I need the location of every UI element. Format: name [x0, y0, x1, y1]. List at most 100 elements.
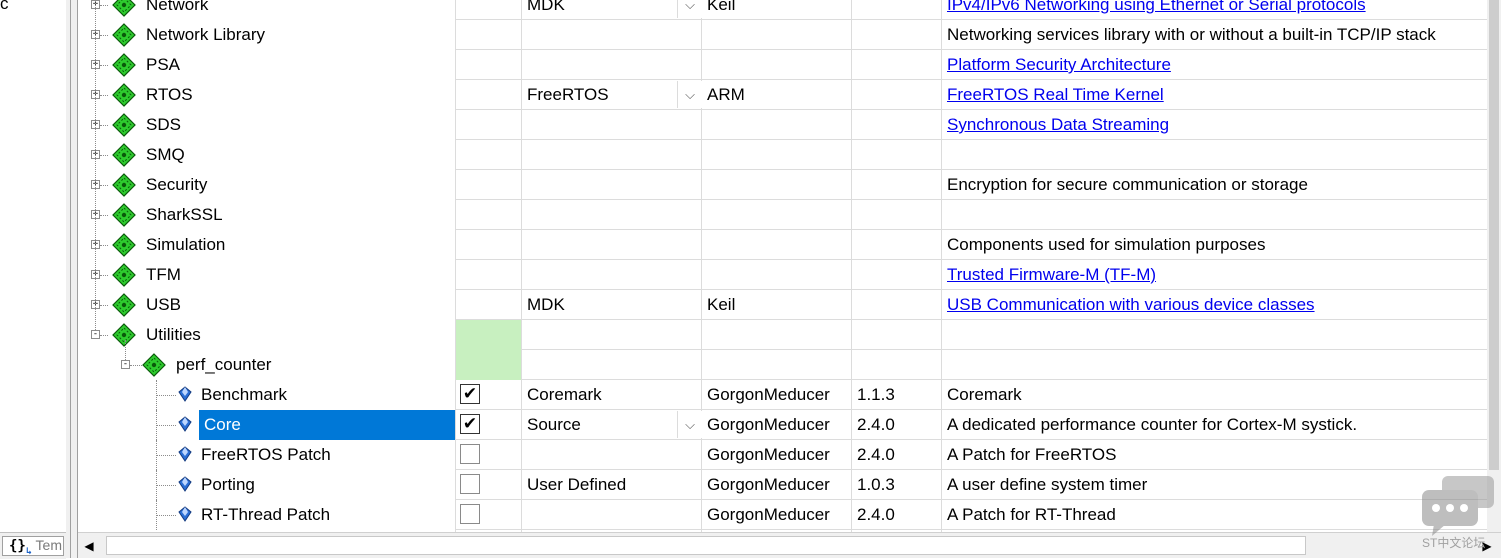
component-row[interactable]: + USB MDK Keil USB Communication with variou…	[78, 290, 1501, 320]
tree-connector	[100, 95, 108, 96]
component-row[interactable]: + SharkSSL	[78, 200, 1501, 230]
component-name[interactable]: Utilities	[145, 320, 201, 350]
component-icon	[178, 476, 192, 492]
select-cell[interactable]	[456, 440, 521, 470]
variant-cell	[527, 110, 700, 140]
component-row[interactable]: + Network MDK ⌵ Keil IPv4/IPv6 Networking usi…	[78, 0, 1501, 20]
select-cell	[456, 140, 521, 170]
component-name[interactable]: RT-Thread Patch	[200, 500, 330, 530]
component-row[interactable]: Core ✔ Source ⌵ GorgonMeducer 2.4.0 A dedicate…	[78, 410, 1501, 440]
select-cell[interactable]	[456, 470, 521, 500]
component-name[interactable]: Network	[145, 0, 208, 20]
tree-connector	[100, 155, 108, 156]
component-row[interactable]: Porting User Defined GorgonMeducer 1.0.3 A u…	[78, 470, 1501, 500]
component-name[interactable]: FreeRTOS Patch	[200, 440, 331, 470]
variant-cell: User Defined	[527, 470, 700, 500]
component-name[interactable]: PSA	[145, 50, 180, 80]
component-name[interactable]: Simulation	[145, 230, 225, 260]
component-name[interactable]: Network Library	[145, 20, 265, 50]
component-row[interactable]: + SDS Synchronous Data Streaming	[78, 110, 1501, 140]
component-name[interactable]: Security	[145, 170, 207, 200]
select-checkbox[interactable]	[460, 444, 480, 464]
component-row[interactable]: + Network Library Networking services libr…	[78, 20, 1501, 50]
component-row[interactable]: + SMQ	[78, 140, 1501, 170]
component-group-icon	[112, 173, 136, 197]
component-row[interactable]: - perf_counter	[78, 350, 1501, 380]
description-link[interactable]: Platform Security Architecture	[947, 50, 1171, 80]
description-link[interactable]: Trusted Firmware-M (TF-M)	[947, 260, 1156, 290]
variant-cell[interactable]: Source ⌵	[527, 410, 702, 440]
select-cell	[456, 230, 521, 260]
component-icon	[178, 416, 192, 432]
tree-connector	[100, 245, 108, 246]
component-name[interactable]: USB	[145, 290, 181, 320]
tree-connector	[100, 125, 108, 126]
component-name[interactable]: RTOS	[145, 80, 193, 110]
variant-cell[interactable]: FreeRTOS ⌵	[527, 80, 702, 110]
description-link[interactable]: Synchronous Data Streaming	[947, 110, 1169, 140]
component-row[interactable]: + Simulation Components used for simulatio…	[78, 230, 1501, 260]
select-cell	[456, 170, 521, 200]
collapse-icon[interactable]: -	[121, 360, 130, 369]
component-icon	[178, 446, 192, 462]
component-row[interactable]: FreeRTOS Patch GorgonMeducer 2.4.0 A Patch …	[78, 440, 1501, 470]
horizontal-scrollbar-thumb[interactable]	[106, 536, 1306, 555]
select-checkbox[interactable]: ✔	[460, 384, 480, 404]
component-name[interactable]: Core	[199, 410, 455, 440]
description-link[interactable]: IPv4/IPv6 Networking using Ethernet or S…	[947, 0, 1366, 20]
variant-cell	[527, 50, 700, 80]
tree-connector	[95, 0, 96, 330]
component-row[interactable]: Benchmark ✔ Coremark GorgonMeducer 1.1.3 Core…	[78, 380, 1501, 410]
description-cell: Coremark	[947, 385, 1022, 404]
select-cell[interactable]: ✔	[456, 380, 521, 410]
horizontal-scrollbar[interactable]: ◀ ▶	[78, 532, 1501, 558]
vendor-cell: Keil	[707, 0, 736, 14]
component-row[interactable]: + TFM Trusted Firmware-M (TF-M)	[78, 260, 1501, 290]
description-link[interactable]: USB Communication with various device cl…	[947, 290, 1315, 320]
description-link[interactable]: FreeRTOS Real Time Kernel	[947, 80, 1164, 110]
component-group-icon	[112, 233, 136, 257]
variant-value: MDK	[527, 0, 565, 14]
vertical-scrollbar-thumb[interactable]	[1489, 0, 1499, 470]
vendor-cell: ARM	[707, 85, 745, 104]
component-row[interactable]: + RTOS FreeRTOS ⌵ ARM FreeRTOS Real Time Kern…	[78, 80, 1501, 110]
component-row[interactable]: - Utilities	[78, 320, 1501, 350]
select-cell	[456, 20, 521, 50]
component-group-icon	[112, 53, 136, 77]
left-panel-clipped-text: c	[0, 0, 9, 13]
variant-cell[interactable]: MDK ⌵	[527, 0, 702, 20]
tree-connector	[156, 515, 176, 516]
component-name[interactable]: Benchmark	[200, 380, 287, 410]
templates-tab[interactable]: {}↳ Tem	[2, 536, 64, 557]
variant-cell	[527, 320, 700, 350]
vendor-cell: GorgonMeducer	[707, 475, 830, 494]
panel-splitter[interactable]	[70, 0, 78, 558]
chevron-down-icon[interactable]: ⌵	[677, 0, 702, 18]
component-group-icon	[142, 353, 166, 377]
collapse-icon[interactable]: -	[91, 330, 100, 339]
select-cell[interactable]	[456, 350, 521, 380]
component-name[interactable]: TFM	[145, 260, 181, 290]
select-checkbox[interactable]	[460, 504, 480, 524]
component-name[interactable]: SMQ	[145, 140, 185, 170]
select-checkbox[interactable]	[460, 474, 480, 494]
component-name[interactable]: perf_counter	[175, 350, 271, 380]
component-row[interactable]: RT-Thread Patch GorgonMeducer 2.4.0 A Patch…	[78, 500, 1501, 530]
variant-cell	[527, 230, 700, 260]
select-checkbox[interactable]: ✔	[460, 414, 480, 434]
variant-cell	[527, 440, 700, 470]
chevron-down-icon[interactable]: ⌵	[677, 411, 702, 438]
select-cell[interactable]	[456, 500, 521, 530]
component-name[interactable]: Porting	[200, 470, 255, 500]
component-name[interactable]: SDS	[145, 110, 181, 140]
select-cell[interactable]	[456, 320, 521, 350]
scroll-left-arrow-icon[interactable]: ◀	[80, 537, 98, 555]
select-cell[interactable]: ✔	[456, 410, 521, 440]
chevron-down-icon[interactable]: ⌵	[677, 81, 702, 108]
component-row[interactable]: + Security Encryption for secure communica…	[78, 170, 1501, 200]
version-cell: 2.4.0	[857, 415, 895, 434]
component-name[interactable]: SharkSSL	[145, 200, 223, 230]
component-row[interactable]: + PSA Platform Security Architecture	[78, 50, 1501, 80]
variant-cell	[527, 200, 700, 230]
select-cell	[456, 80, 521, 110]
